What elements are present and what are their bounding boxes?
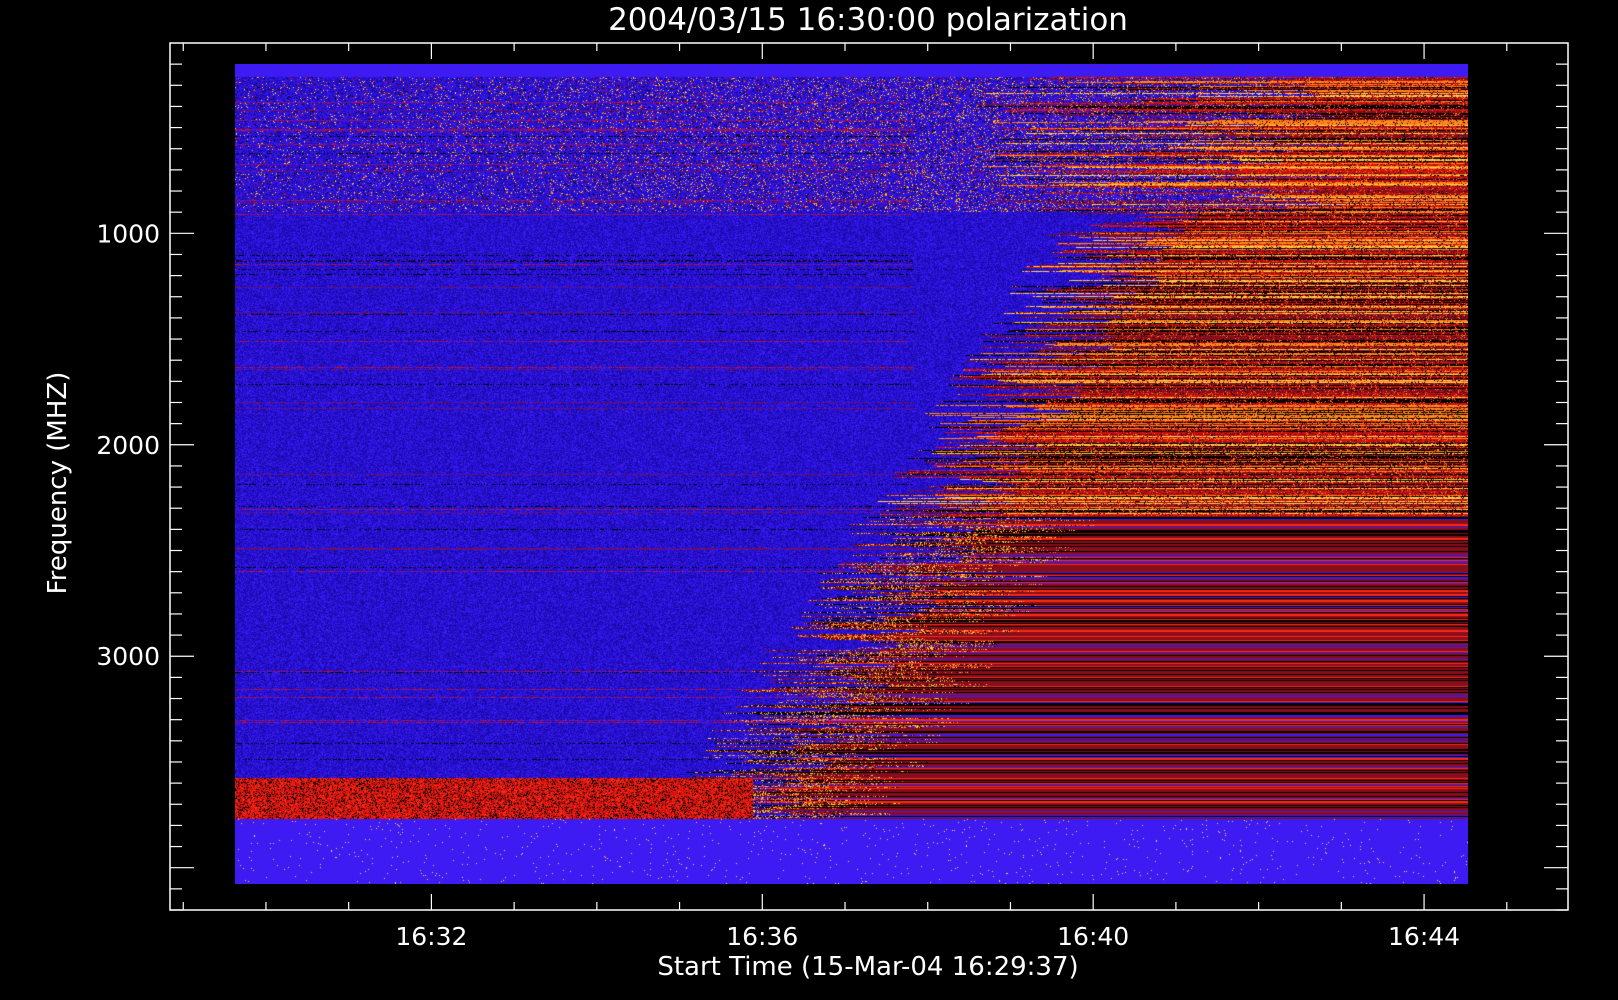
y-tick-label: 2000 [96,431,160,460]
y-tick-label: 3000 [96,642,160,671]
spectrogram-image [235,64,1468,884]
x-tick-label: 16:32 [395,922,467,951]
x-tick-label: 16:40 [1057,922,1129,951]
x-tick-label: 16:44 [1388,922,1460,951]
x-tick-label: 16:36 [726,922,798,951]
chart-title: 2004/03/15 16:30:00 polarization [608,2,1128,38]
y-axis-label: Frequency (MHZ) [43,372,73,595]
y-tick-label: 1000 [96,219,160,248]
x-axis-label: Start Time (15-Mar-04 16:29:37) [657,952,1078,982]
